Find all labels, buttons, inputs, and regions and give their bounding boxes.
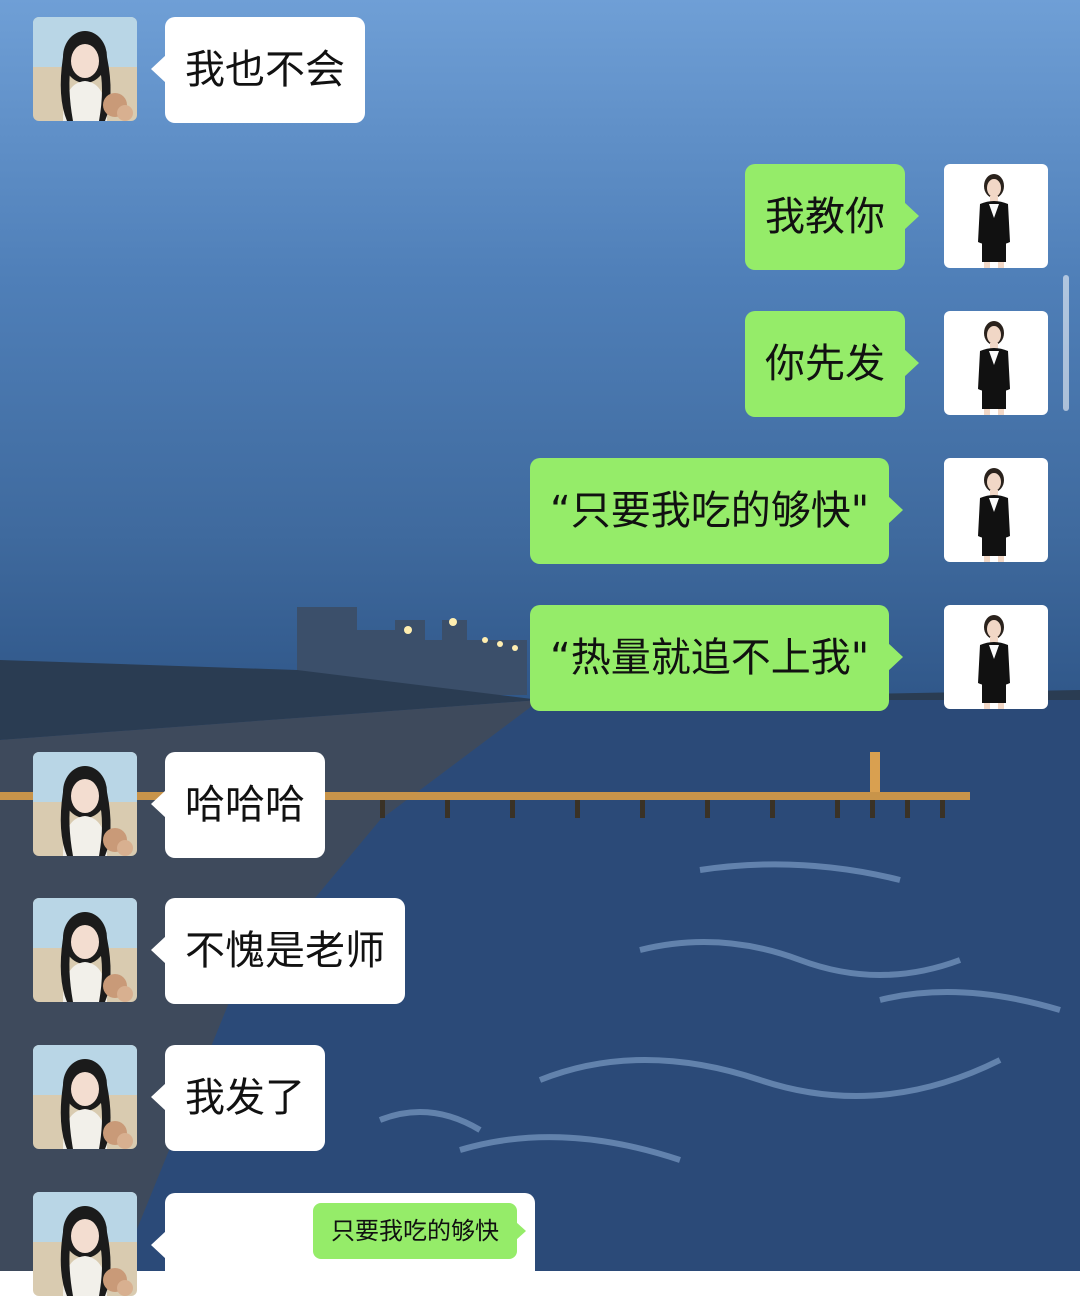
- teacher-avatar[interactable]: [944, 311, 1048, 415]
- girl-avatar[interactable]: [33, 1045, 137, 1149]
- teacher-avatar[interactable]: [944, 458, 1048, 562]
- message-bubble[interactable]: 我也不会: [151, 17, 365, 123]
- girl-avatar[interactable]: [33, 1192, 137, 1296]
- message-bubble[interactable]: 我发了: [151, 1045, 325, 1151]
- nested-message-bubble: 只要我吃的够快: [313, 1203, 526, 1259]
- teacher-avatar[interactable]: [944, 605, 1048, 709]
- message-bubble[interactable]: 你先发: [745, 311, 919, 417]
- girl-avatar[interactable]: [33, 17, 137, 121]
- message-bubble[interactable]: 我教你: [745, 164, 919, 270]
- teacher-avatar[interactable]: [944, 164, 1048, 268]
- scrollbar[interactable]: [1063, 275, 1069, 411]
- girl-avatar[interactable]: [33, 752, 137, 856]
- message-bubble[interactable]: “只要我吃的够快": [530, 458, 904, 564]
- message-bubble[interactable]: 哈哈哈: [151, 752, 325, 858]
- screenshot-reply-bubble[interactable]: 只要我吃的够快: [151, 1193, 535, 1283]
- message-bubble[interactable]: 不愧是老师: [151, 898, 405, 1004]
- message-bubble[interactable]: “热量就追不上我": [530, 605, 904, 711]
- girl-avatar[interactable]: [33, 898, 137, 1002]
